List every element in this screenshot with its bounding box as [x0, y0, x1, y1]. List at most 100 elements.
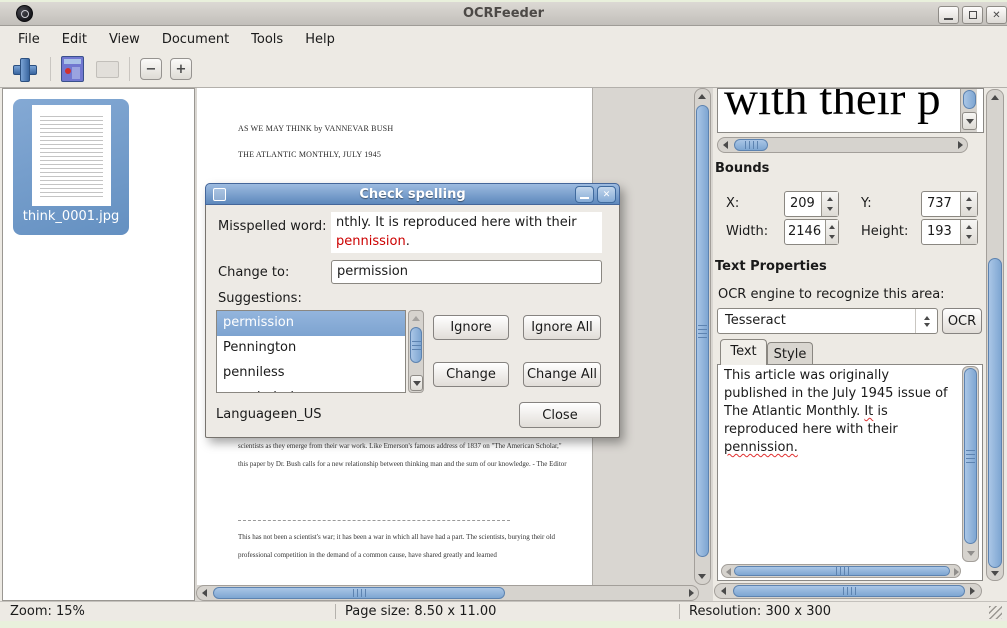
editor-vertical-scrollbar[interactable]: [962, 366, 979, 562]
bounds-width-spinner[interactable]: 2146: [784, 219, 839, 245]
maximize-button[interactable]: [962, 6, 983, 24]
area-image-preview[interactable]: with their p: [717, 88, 984, 133]
ignore-all-button[interactable]: Ignore All: [523, 315, 601, 340]
spinner-steppers[interactable]: [821, 192, 838, 216]
bounds-width-value[interactable]: 2146: [785, 220, 825, 244]
scrollbar-thumb[interactable]: [410, 327, 422, 363]
ignore-button[interactable]: Ignore: [433, 315, 509, 340]
scroll-down-button[interactable]: [410, 375, 423, 391]
suggestion-item-selected[interactable]: permission: [217, 311, 405, 336]
change-to-input[interactable]: permission: [331, 260, 602, 284]
scrollbar-thumb[interactable]: [696, 105, 709, 557]
bounds-section-title: Bounds: [715, 161, 769, 176]
window-titlebar[interactable]: OCRFeeder ✕: [0, 2, 1007, 26]
scroll-down-button[interactable]: [962, 112, 977, 130]
toolbar-separator: [129, 57, 130, 81]
suggestions-list[interactable]: permission Pennington penniless preadmis…: [216, 310, 406, 393]
scrollbar-thumb[interactable]: [963, 90, 976, 109]
scroll-up-arrow-icon[interactable]: [991, 95, 999, 100]
suggestions-scrollbar[interactable]: [408, 310, 424, 393]
close-icon: ✕: [992, 10, 1000, 21]
spinner-steppers[interactable]: [960, 192, 977, 216]
scrollbar-thumb[interactable]: [733, 585, 965, 597]
chevron-up-icon: [924, 316, 930, 320]
scroll-left-arrow-icon[interactable]: [726, 568, 731, 576]
bounds-height-spinner[interactable]: 193: [921, 219, 978, 245]
scroll-down-arrow-icon[interactable]: [967, 551, 975, 556]
scrollbar-thumb[interactable]: [964, 368, 977, 544]
zoom-in-button[interactable]: +: [170, 58, 192, 80]
language-label: Language:: [216, 407, 285, 422]
scroll-down-arrow-icon[interactable]: [991, 571, 999, 576]
step-up-icon: [829, 225, 835, 229]
suggestion-item[interactable]: preadmission: [217, 386, 405, 393]
bounds-y-value[interactable]: 737: [922, 192, 960, 216]
scroll-right-arrow-icon[interactable]: [689, 589, 694, 597]
scroll-right-arrow-icon[interactable]: [958, 141, 963, 149]
resize-grip[interactable]: [989, 606, 1002, 619]
minimize-button[interactable]: [938, 6, 959, 24]
bounds-x-label: X:: [726, 196, 739, 211]
tab-style[interactable]: Style: [767, 342, 813, 365]
bounds-x-spinner[interactable]: 209: [784, 191, 839, 217]
thumb-grip: [353, 589, 366, 597]
menu-help[interactable]: Help: [299, 30, 341, 49]
menu-edit[interactable]: Edit: [56, 30, 93, 49]
scroll-down-arrow-icon[interactable]: [698, 574, 706, 579]
bounds-height-value[interactable]: 193: [922, 220, 960, 244]
scroll-left-arrow-icon[interactable]: [723, 141, 728, 149]
suggestion-item[interactable]: penniless: [217, 361, 405, 386]
editor-horizontal-scrollbar[interactable]: [721, 564, 961, 578]
suggestion-item[interactable]: Pennington: [217, 336, 405, 361]
scroll-left-arrow-icon[interactable]: [202, 589, 207, 597]
ocr-engine-combobox[interactable]: Tesseract: [717, 308, 938, 334]
close-button[interactable]: ✕: [986, 6, 1007, 24]
page-thumbnail-selected[interactable]: think_0001.jpg: [13, 99, 129, 235]
change-button[interactable]: Change: [433, 362, 509, 387]
scrollbar-thumb[interactable]: [988, 258, 1002, 568]
recognize-areas-button[interactable]: [61, 56, 84, 82]
ocrfeeder-window: OCRFeeder ✕ File Edit View Document Tool…: [0, 0, 1007, 628]
zoom-status: Zoom: 15%: [10, 604, 85, 619]
dialog-close-action-button[interactable]: Close: [519, 402, 601, 428]
preview-horizontal-scrollbar[interactable]: [717, 137, 968, 153]
menu-file[interactable]: File: [12, 30, 46, 49]
dialog-minimize-button[interactable]: [575, 186, 594, 203]
scrollbar-thumb[interactable]: [213, 587, 505, 599]
ocr-button[interactable]: OCR: [942, 308, 982, 334]
spinner-steppers[interactable]: [960, 220, 977, 244]
scroll-right-arrow-icon[interactable]: [954, 568, 959, 576]
document-vertical-scrollbar[interactable]: [694, 88, 711, 585]
thumb-grip: [412, 341, 421, 350]
menu-tools[interactable]: Tools: [245, 30, 289, 49]
preview-vertical-scrollbar[interactable]: [960, 89, 977, 132]
document-horizontal-scrollbar[interactable]: [196, 585, 699, 601]
minimize-icon: [580, 197, 589, 199]
step-up-icon: [827, 197, 833, 201]
zoom-out-button[interactable]: −: [140, 58, 162, 80]
menu-view[interactable]: View: [103, 30, 146, 49]
bounds-y-spinner[interactable]: 737: [921, 191, 978, 217]
scroll-left-arrow-icon[interactable]: [721, 587, 726, 595]
window-title: OCRFeeder: [0, 6, 1007, 21]
scrollbar-thumb[interactable]: [734, 139, 768, 151]
tab-text[interactable]: Text: [720, 339, 767, 365]
maximize-icon: [969, 11, 977, 19]
scrollbar-thumb[interactable]: [734, 566, 950, 576]
spinner-steppers[interactable]: [825, 220, 838, 244]
recognized-text-editor[interactable]: This article was originally published in…: [717, 364, 983, 581]
bounds-x-value[interactable]: 209: [785, 192, 821, 216]
panel-vertical-scrollbar[interactable]: [986, 89, 1004, 581]
thumb-grip: [698, 325, 707, 338]
recognized-text[interactable]: This article was originally published in…: [724, 367, 954, 457]
scroll-up-arrow-icon[interactable]: [698, 94, 706, 99]
change-all-button[interactable]: Change All: [523, 362, 601, 387]
thumb-grip: [966, 450, 975, 463]
menu-document[interactable]: Document: [156, 30, 235, 49]
scroll-down-arrow-icon: [966, 119, 974, 124]
dialog-close-button[interactable]: ✕: [597, 186, 616, 203]
add-image-button[interactable]: [12, 57, 36, 81]
panel-horizontal-scrollbar[interactable]: [714, 583, 982, 599]
dialog-titlebar[interactable]: Check spelling ✕: [205, 183, 620, 205]
scroll-right-arrow-icon[interactable]: [970, 587, 975, 595]
